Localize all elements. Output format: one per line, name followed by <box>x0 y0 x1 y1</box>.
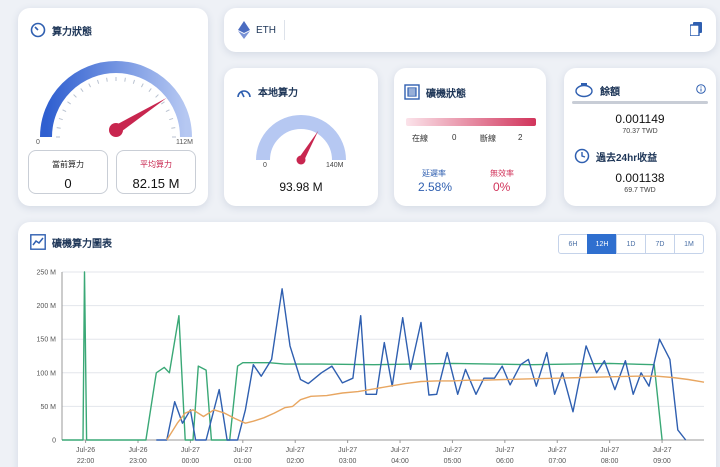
x-tick-time: 02:00 <box>286 458 304 465</box>
local-hashrate-card: 本地算力 0 140M 93.98 M <box>224 68 378 206</box>
coin-bar: ETH <box>224 8 716 52</box>
balance-title: 餘額 <box>600 86 620 98</box>
ethereum-icon <box>238 21 250 39</box>
latency-value: 2.58% <box>418 180 453 194</box>
latency-label: 延遲率 <box>422 169 446 178</box>
chart-header: 礦機算力圖表 <box>30 234 112 250</box>
x-tick-date: Jul-27 <box>181 447 200 454</box>
avg-hashrate-label: 平均算力 <box>140 160 172 169</box>
x-tick-date: Jul-27 <box>390 447 409 454</box>
income-twd: 69.7 TWD <box>624 187 656 194</box>
gauge-hub <box>109 123 123 137</box>
balance-divider <box>572 101 708 104</box>
avg-hashrate-value: 82.15 M <box>132 176 180 191</box>
hashrate-gauge: 0 112M <box>36 61 193 146</box>
coin-selector[interactable]: ETH <box>238 21 276 39</box>
x-tick-date: Jul-27 <box>286 447 305 454</box>
gauge-max-label: 112M <box>176 139 193 146</box>
range-button-6h[interactable]: 6H <box>558 234 588 254</box>
local-hashrate-title: 本地算力 <box>258 88 298 99</box>
balance-card: 餘額 0.001149 70.37 TWD 過去24hr收益 0.001138 … <box>564 68 716 206</box>
x-tick-time: 08:00 <box>601 458 619 465</box>
offline-value: 2 <box>518 133 523 142</box>
calendar-clock-icon <box>574 148 590 164</box>
x-tick-time: 22:00 <box>77 458 95 465</box>
hashrate-chart-card: 礦機算力圖表 6H 12H 1D 7D 1M 0 50 M 100 M 150 M 200 M 2… <box>18 222 716 467</box>
copy-icon[interactable] <box>690 22 702 36</box>
invalid-label: 無效率 <box>490 169 514 178</box>
range-button-1d[interactable]: 1D <box>616 234 646 254</box>
balance-value: 0.001149 <box>615 112 665 126</box>
balance-twd: 70.37 TWD <box>622 128 658 135</box>
range-button-1m[interactable]: 1M <box>674 234 704 254</box>
y-tick-label: 100 M <box>37 370 57 377</box>
y-tick-label: 50 M <box>40 404 56 411</box>
miner-status-header: 礦機狀態 <box>404 84 466 100</box>
coin-name: ETH <box>256 24 276 36</box>
online-label: 在線 <box>412 134 428 143</box>
x-tick-time: 23:00 <box>129 458 147 465</box>
local-hashrate-value: 93.98 M <box>279 180 323 194</box>
hashrate-line-chart: 0 50 M 100 M 150 M 200 M 250 M Jul-26 22:00 Jul-… <box>37 270 705 465</box>
x-tick-time: 00:00 <box>182 458 200 465</box>
gauge-min-label: 0 <box>36 139 40 146</box>
speedometer-icon <box>236 86 252 98</box>
income-title: 過去24hr收益 <box>596 152 658 164</box>
x-tick-date: Jul-27 <box>548 447 567 454</box>
x-tick-time: 03:00 <box>339 458 357 465</box>
time-range-selector: 6H 12H 1D 7D 1M <box>558 234 704 254</box>
income-header: 過去24hr收益 <box>574 148 657 164</box>
x-tick-date: Jul-27 <box>495 447 514 454</box>
x-tick-date: Jul-27 <box>443 447 462 454</box>
local-gauge-max: 140M <box>326 162 344 169</box>
local-gauge-hub <box>296 155 306 165</box>
piggy-bank-icon <box>574 82 594 98</box>
series-line-0 <box>62 271 663 441</box>
range-button-7d[interactable]: 7D <box>645 234 675 254</box>
hashrate-status-card: 算力狀態 0 112M 當前算力 0 平均算力 82.15 M <box>18 8 208 206</box>
local-gauge <box>256 115 346 165</box>
x-tick-date: Jul-26 <box>128 447 147 454</box>
x-tick-time: 04:00 <box>391 458 409 465</box>
x-tick-time: 09:00 <box>653 458 671 465</box>
income-value: 0.001138 <box>615 171 665 185</box>
range-button-12h[interactable]: 12H <box>587 234 617 254</box>
x-tick-time: 07:00 <box>548 458 566 465</box>
current-hashrate-label: 當前算力 <box>52 160 84 169</box>
local-hashrate-header: 本地算力 <box>236 84 298 99</box>
y-tick-label: 150 M <box>37 337 57 344</box>
x-tick-date: Jul-27 <box>600 447 619 454</box>
coin-divider <box>284 20 285 40</box>
x-tick-date: Jul-27 <box>233 447 252 454</box>
series-line-2 <box>166 375 705 441</box>
x-tick-time: 06:00 <box>496 458 514 465</box>
y-tick-label: 200 M <box>37 303 57 310</box>
x-tick-time: 05:00 <box>444 458 462 465</box>
current-hashrate-box: 當前算力 0 <box>28 150 108 194</box>
line-chart-icon <box>30 234 46 250</box>
miner-status-title: 礦機狀態 <box>426 88 466 100</box>
y-tick-label: 250 M <box>37 270 57 277</box>
chart-title: 礦機算力圖表 <box>52 238 112 250</box>
x-tick-date: Jul-27 <box>338 447 357 454</box>
local-gauge-min: 0 <box>263 162 267 169</box>
avg-hashrate-box: 平均算力 82.15 M <box>116 150 196 194</box>
y-tick-label: 0 <box>52 438 56 445</box>
online-offline-bar <box>406 118 536 126</box>
server-icon <box>404 84 420 100</box>
invalid-value: 0% <box>493 180 511 194</box>
x-tick-time: 01:00 <box>234 458 252 465</box>
online-value: 0 <box>452 133 457 142</box>
offline-label: 斷線 <box>480 134 496 143</box>
balance-header: 餘額 <box>574 82 620 98</box>
x-tick-date: Jul-27 <box>653 447 672 454</box>
miner-status-card: 礦機狀態 在線 0 斷線 2 延遲率 2.58% 無效率 0% <box>394 68 546 206</box>
current-hashrate-value: 0 <box>64 176 72 191</box>
x-tick-date: Jul-26 <box>76 447 95 454</box>
info-icon[interactable] <box>696 84 706 94</box>
